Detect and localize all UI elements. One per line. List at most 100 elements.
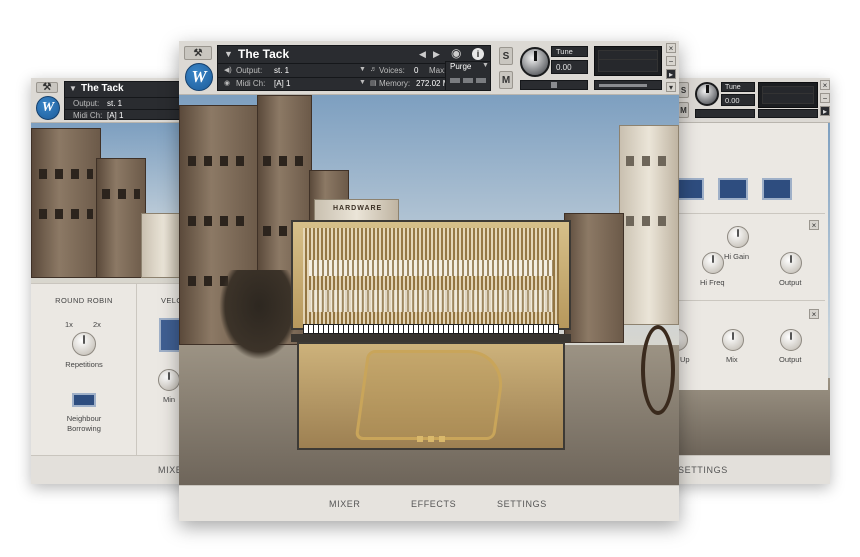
right-tune-value: 0.00: [725, 96, 740, 105]
round-robin-2x-label: 2x: [93, 320, 101, 329]
max-label: Max:: [429, 66, 447, 75]
horse-silhouette: [219, 270, 299, 360]
center-header-bar: ⚒ W ▼ The Tack ◀ ▶ ◉ i ◀) Output: st. 1 …: [179, 41, 679, 95]
right-mute-button[interactable]: M: [678, 102, 689, 118]
round-robin-title: ROUND ROBIN: [55, 296, 113, 305]
repetitions-label: Repetitions: [65, 360, 103, 369]
eq-module: × Hi Gain Hi Freq Output: [660, 213, 825, 301]
right-aux-button[interactable]: ▸: [820, 106, 830, 116]
effect-slot-3[interactable]: [762, 178, 792, 200]
info-icon[interactable]: i: [472, 48, 484, 60]
fx-output-knob[interactable]: [780, 329, 802, 351]
right-instrument-window: S M Tune 0.00 × − ▸ × Hi Gain Hi Freq Ou…: [660, 78, 830, 484]
eq-output-knob[interactable]: [780, 252, 802, 274]
left-instrument-name[interactable]: The Tack: [81, 83, 124, 94]
center-tune-value-box[interactable]: 0.00: [551, 60, 588, 74]
mix-label: Mix: [726, 355, 738, 364]
center-expand-button[interactable]: ▾: [666, 82, 676, 92]
camera-icon[interactable]: ◉: [451, 46, 461, 60]
center-minimize-button[interactable]: −: [666, 56, 676, 66]
left-arrow-icon[interactable]: ▼: [69, 84, 77, 93]
voices-value: 0: [414, 66, 419, 75]
prev-instrument-icon[interactable]: ◀: [419, 49, 426, 60]
left-output-label: Output:: [73, 99, 100, 108]
center-tune-value: 0.00: [556, 63, 572, 72]
tab-effects[interactable]: EFFECTS: [411, 499, 456, 509]
expand-icon: ▾: [668, 82, 673, 92]
right-solo-button[interactable]: S: [678, 82, 689, 98]
center-solo-button[interactable]: S: [499, 47, 513, 65]
neighbour-borrowing-toggle[interactable]: [72, 393, 96, 407]
center-midi-value[interactable]: [A] 1: [274, 79, 290, 88]
left-output-value[interactable]: st. 1: [107, 99, 122, 108]
piano-keyboard[interactable]: [303, 324, 559, 334]
right-tune-value-box[interactable]: 0.00: [721, 94, 755, 106]
purge-box[interactable]: Purge ▼: [445, 61, 491, 91]
center-midi-label: Midi Ch:: [236, 79, 266, 88]
left-midi-label: Midi Ch:: [73, 111, 103, 120]
wrench-icon: ⚒: [193, 47, 203, 59]
left-midi-value[interactable]: [A] 1: [107, 111, 123, 120]
right-pan-slider[interactable]: [695, 109, 755, 118]
center-volume-slider[interactable]: [594, 80, 662, 90]
fx-module-2-close[interactable]: ×: [809, 309, 819, 319]
up-label: Up: [680, 355, 690, 364]
memory-label: Memory:: [379, 79, 411, 88]
close-icon: ×: [811, 309, 817, 319]
center-output-value[interactable]: st. 1: [274, 66, 289, 75]
round-robin-1x-label: 1x: [65, 320, 73, 329]
center-tune-label: Tune: [556, 47, 573, 56]
neighbour-label-line2: Borrowing: [67, 424, 101, 433]
eq-module-close[interactable]: ×: [809, 220, 819, 230]
next-instrument-icon[interactable]: ▶: [433, 49, 440, 60]
piano-hammers: [309, 260, 553, 276]
center-wrench-button[interactable]: ⚒: [184, 46, 212, 60]
tab-settings[interactable]: SETTINGS: [497, 499, 547, 509]
midi-dropdown-icon[interactable]: ▼: [359, 79, 366, 86]
instrument-menu-arrow-icon[interactable]: ▼: [224, 49, 233, 59]
right-minimize-button[interactable]: −: [820, 93, 830, 103]
close-icon: ×: [822, 80, 828, 90]
repetitions-knob[interactable]: [72, 332, 96, 356]
left-wrench-button[interactable]: ⚒: [36, 82, 58, 93]
fx-module-2: × Up Mix Output: [660, 303, 825, 388]
center-output-label: Output:: [236, 66, 263, 75]
center-logo: W: [185, 63, 213, 91]
left-logo: W: [36, 96, 60, 120]
velocity-min-label: Min: [163, 395, 176, 404]
center-mute-button[interactable]: M: [499, 71, 513, 89]
purge-meter: [450, 78, 488, 83]
voices-label: Voices:: [379, 66, 405, 75]
eq-output-label: Output: [779, 278, 802, 287]
center-pan-slider[interactable]: [520, 80, 588, 90]
close-icon: ×: [668, 43, 674, 53]
carriage-wheel: [641, 325, 675, 415]
right-close-button[interactable]: ×: [820, 80, 830, 90]
hi-freq-knob[interactable]: [702, 252, 724, 274]
center-tune-knob[interactable]: [520, 47, 550, 77]
minimize-icon: −: [668, 56, 674, 66]
piano-plate: [354, 350, 508, 440]
effect-slot-2[interactable]: [718, 178, 748, 200]
center-aux-button[interactable]: ▸: [666, 69, 676, 79]
center-instrument-name[interactable]: The Tack: [238, 47, 289, 61]
logo-letter: W: [191, 67, 207, 86]
purge-dropdown-icon[interactable]: ▼: [482, 62, 489, 69]
fx-output-label: Output: [779, 355, 802, 364]
velocity-min-knob[interactable]: [158, 369, 180, 391]
minimize-icon: −: [822, 93, 828, 103]
upright-piano: [291, 220, 571, 450]
right-tab-settings[interactable]: SETTINGS: [678, 465, 728, 475]
right-volume-slider[interactable]: [758, 109, 818, 118]
center-close-button[interactable]: ×: [666, 43, 676, 53]
tab-mixer[interactable]: MIXER: [329, 499, 361, 509]
hi-gain-knob[interactable]: [727, 226, 749, 248]
piano-dampers: [309, 290, 553, 312]
purge-label[interactable]: Purge: [450, 62, 471, 71]
mix-knob[interactable]: [722, 329, 744, 351]
output-dropdown-icon[interactable]: ▼: [359, 66, 366, 73]
neighbour-label-line1: Neighbour: [66, 414, 102, 423]
logo-letter: W: [41, 100, 55, 115]
right-tune-knob[interactable]: [695, 82, 719, 106]
piano-pedals[interactable]: [417, 436, 445, 442]
